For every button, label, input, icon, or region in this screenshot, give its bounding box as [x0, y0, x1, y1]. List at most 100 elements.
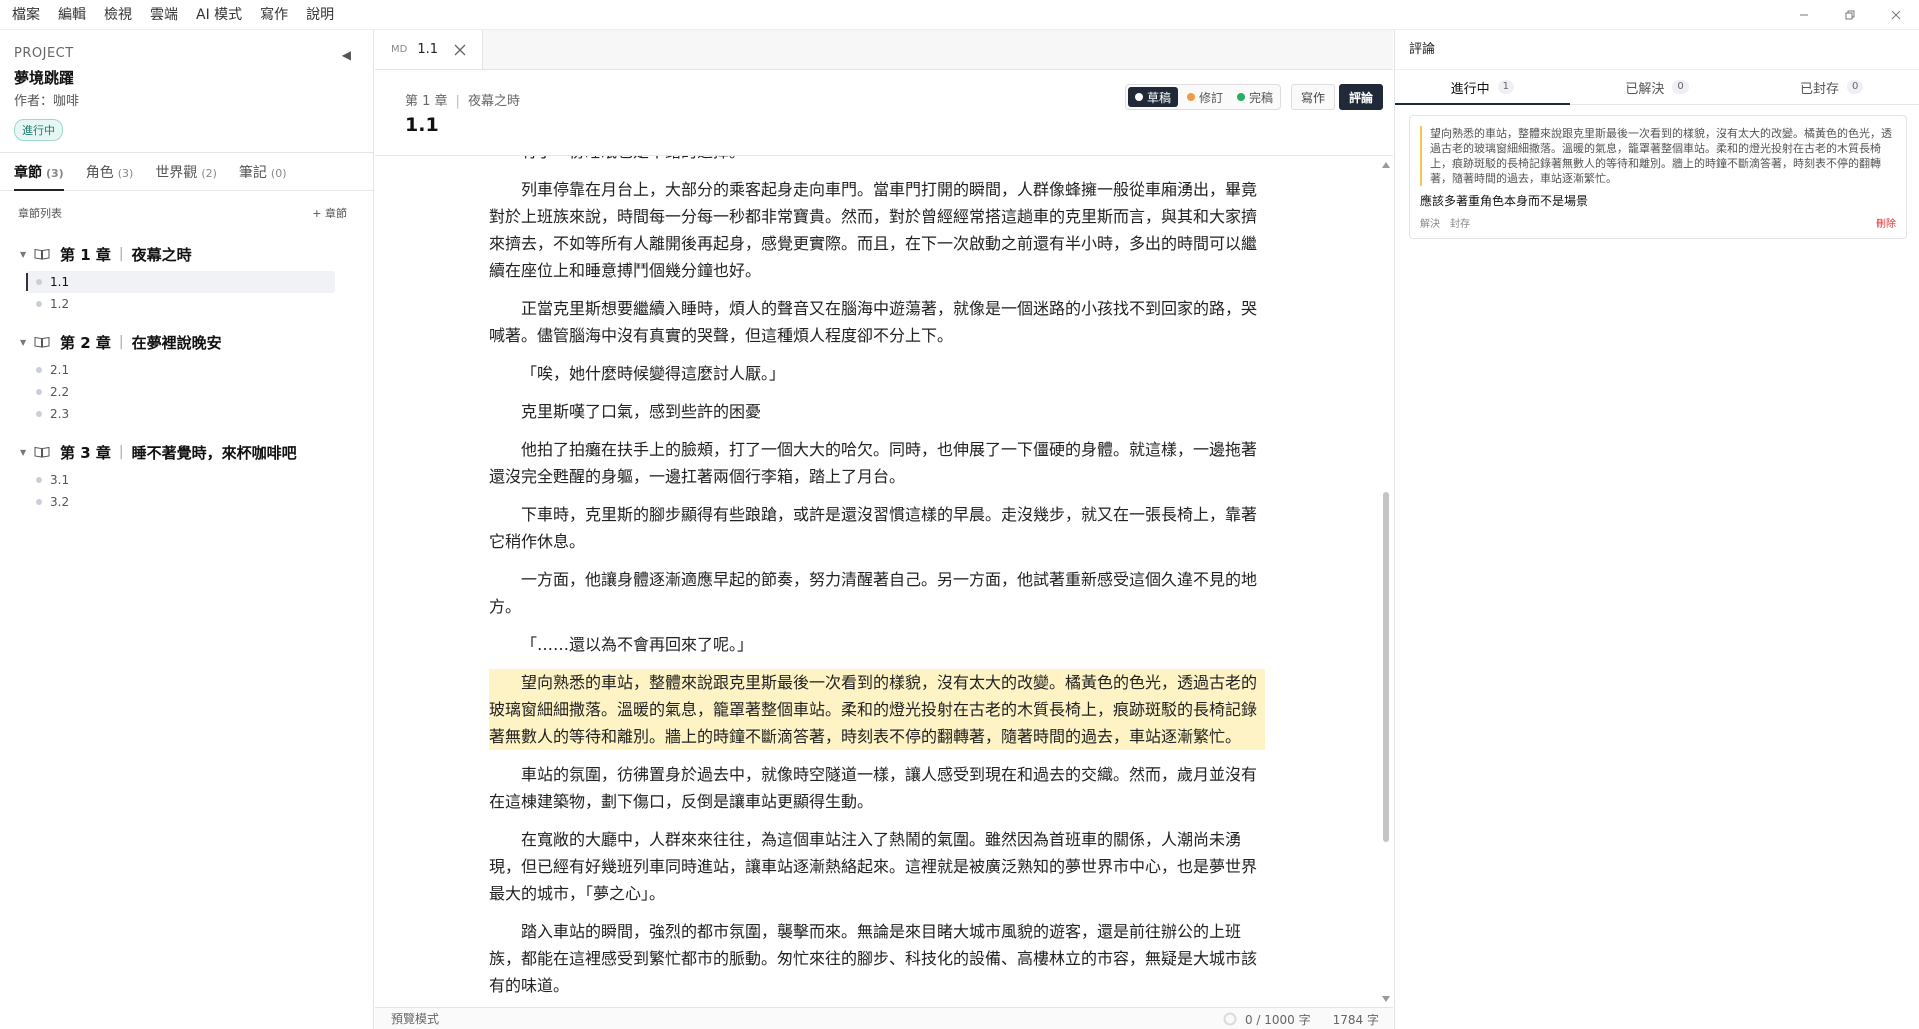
book-icon	[34, 336, 50, 348]
book-icon	[34, 248, 50, 260]
section-item-2-1[interactable]: 2.1	[26, 359, 335, 381]
section-item-2-3[interactable]: 2.3	[26, 403, 335, 425]
word-goal: 0 / 1000 字	[1244, 1012, 1311, 1027]
chevron-down-icon[interactable]: ▼	[20, 250, 34, 259]
scroll-up-icon[interactable]	[1382, 162, 1390, 168]
chapter-number: 第 1 章	[60, 245, 111, 264]
chevron-down-icon[interactable]: ▼	[20, 448, 34, 457]
tab-resolved-comments[interactable]: 已解決 0	[1570, 70, 1745, 104]
delete-comment-button[interactable]: 刪除	[1876, 215, 1896, 230]
commented-paragraph[interactable]: 望向熟悉的車站，整體來說跟克里斯最後一次看到的樣貌，沒有太大的改變。橘黃色的色光…	[489, 669, 1265, 750]
chapter-separator: |	[118, 444, 124, 460]
project-sidebar: PROJECT ◀ 夢境跳躍 作者：咖啡 進行中 章節 (3) 角色 (3) 世界觀…	[0, 30, 374, 1029]
chapter-sections: 2.1 2.2 2.3	[0, 359, 373, 425]
paragraph: 克里斯嘆了口氣，感到些許的困憂	[521, 402, 762, 421]
resolve-button[interactable]: 解決	[1420, 215, 1440, 230]
chapter-separator: |	[118, 246, 124, 262]
chapter-sections: 3.1 3.2	[0, 469, 373, 513]
scrollbar-thumb[interactable]	[1383, 492, 1389, 842]
project-status-badge: 進行中	[14, 119, 63, 141]
close-tab-icon[interactable]	[454, 44, 466, 56]
paragraph: 車站的氛圍，彷彿置身於過去中，就像時空隧道一樣，讓人感受到現在和過去的交織。然而…	[489, 765, 1258, 811]
section-dot-icon	[36, 477, 42, 483]
section-item-3-2[interactable]: 3.2	[26, 491, 335, 513]
chapter-1: ▼ 第 1 章 | 夜幕之時 1.1 1.2	[0, 243, 373, 315]
markdown-badge: MD	[391, 44, 408, 55]
section-item-1-2[interactable]: 1.2	[26, 293, 335, 315]
editor-statusbar: 預覽模式 0 / 1000 字 1784 字	[375, 1007, 1393, 1029]
project-header: PROJECT ◀ 夢境跳躍 作者：咖啡 進行中	[0, 30, 373, 153]
tab-notes[interactable]: 筆記 (0)	[239, 162, 287, 190]
close-icon	[1891, 10, 1901, 20]
close-window-button[interactable]	[1873, 0, 1919, 30]
menu-help[interactable]: 說明	[297, 0, 343, 30]
comment-card[interactable]: 望向熟悉的車站，整體來說跟克里斯最後一次看到的樣貌，沒有太大的改變。橘黃色的色光…	[1409, 115, 1907, 239]
paragraph: 一方面，他讓身體逐漸適應早起的節奏，努力清醒著自己。另一方面，他試著重新感受這個…	[489, 570, 1258, 616]
collapse-sidebar-icon[interactable]: ◀	[342, 48, 351, 62]
chapter-name: 夜幕之時	[131, 245, 192, 264]
tab-archived-comments[interactable]: 已封存 0	[1744, 70, 1919, 104]
chapter-number: 第 2 章	[60, 333, 111, 352]
editor-tabbar: MD 1.1	[375, 30, 1393, 70]
paragraph: 他拍了拍癱在扶手上的臉頰，打了一個大大的哈欠。同時，也伸展了一下僵硬的身體。就這…	[489, 440, 1258, 486]
window-controls	[1781, 0, 1919, 30]
comments-tabs: 進行中 1 已解決 0 已封存 0	[1395, 70, 1919, 105]
sidebar-tabs: 章節 (3) 角色 (3) 世界觀 (2) 筆記 (0)	[0, 153, 373, 191]
chapter-2: ▼ 第 2 章 | 在夢裡說晚安 2.1 2.2 2.3	[0, 331, 373, 425]
restore-button[interactable]	[1827, 0, 1873, 30]
chapter-row[interactable]: ▼ 第 2 章 | 在夢裡說晚安	[0, 331, 373, 353]
comments-panel-title: 評論	[1395, 30, 1919, 70]
document-body[interactable]: 有了一份睡眠也是不錯的選擇。 列車停靠在月台上，大部分的乘客起身走向車門。當車門…	[375, 156, 1393, 1008]
restore-icon	[1845, 10, 1855, 20]
progress-ring-icon	[1223, 1012, 1237, 1026]
section-item-1-1[interactable]: 1.1	[26, 271, 335, 293]
paragraph: 踏入車站的瞬間，強烈的都市氛圍，襲擊而來。無論是來目睹大城市風貌的遊客，還是前往…	[489, 922, 1258, 995]
chevron-down-icon[interactable]: ▼	[20, 338, 34, 347]
vertical-scrollbar[interactable]	[1379, 158, 1393, 1006]
preview-mode-label[interactable]: 預覽模式	[391, 1010, 439, 1027]
section-dot-icon	[36, 499, 42, 505]
tab-characters[interactable]: 角色 (3)	[86, 162, 134, 190]
scroll-down-icon[interactable]	[1382, 996, 1390, 1002]
app-window: 檔案 編輯 檢視 雲端 AI 模式 寫作 說明 PROJECT ◀ 夢境跳躍 作…	[0, 0, 1919, 1029]
menu-ai-mode[interactable]: AI 模式	[187, 0, 251, 30]
chapter-sections: 1.1 1.2	[0, 271, 373, 315]
section-dot-icon	[36, 301, 42, 307]
section-item-2-2[interactable]: 2.2	[26, 381, 335, 403]
book-icon	[34, 446, 50, 458]
section-item-3-1[interactable]: 3.1	[26, 469, 335, 491]
word-count: 1784 字	[1332, 1012, 1379, 1027]
comment-quote: 望向熟悉的車站，整體來說跟克里斯最後一次看到的樣貌，沒有太大的改變。橘黃色的色光…	[1420, 126, 1896, 186]
chapter-row[interactable]: ▼ 第 1 章 | 夜幕之時	[0, 243, 373, 265]
chapter-row[interactable]: ▼ 第 3 章 | 睡不著覺時，來杯咖啡吧	[0, 441, 373, 463]
comment-actions: 解決 封存 刪除	[1420, 215, 1896, 230]
tab-open-comments[interactable]: 進行中 1	[1395, 70, 1570, 105]
archive-button[interactable]: 封存	[1450, 215, 1470, 230]
chapter-3: ▼ 第 3 章 | 睡不著覺時，來杯咖啡吧 3.1 3.2	[0, 441, 373, 513]
menu-edit[interactable]: 編輯	[49, 0, 95, 30]
paragraph: 「……還以為不會再回來了呢。」	[521, 635, 754, 654]
document-tab[interactable]: MD 1.1	[375, 30, 484, 69]
paragraph: 下車時，克里斯的腳步顯得有些踉蹌，或許是還沒習慣這樣的早晨。走沒幾步，就又在一張…	[489, 505, 1258, 551]
minimize-icon	[1800, 14, 1808, 16]
menu-cloud[interactable]: 雲端	[141, 0, 187, 30]
menu-writing[interactable]: 寫作	[251, 0, 297, 30]
paragraph: 有了一份睡眠也是不錯的選擇。	[489, 156, 1265, 165]
text-column[interactable]: 有了一份睡眠也是不錯的選擇。 列車停靠在月台上，大部分的乘客起身走向車門。當車門…	[489, 156, 1265, 1008]
section-dot-icon	[36, 411, 42, 417]
comments-panel: 評論 進行中 1 已解決 0 已封存 0 望向熟悉的車站，整體來說跟克里斯最後一次看到…	[1394, 30, 1919, 1029]
chapter-list-header: 章節列表 + 章節	[0, 191, 373, 221]
menu-view[interactable]: 檢視	[95, 0, 141, 30]
chapter-list-title: 章節列表	[18, 207, 62, 220]
project-label: PROJECT	[14, 46, 74, 61]
tab-chapters[interactable]: 章節 (3)	[14, 162, 64, 191]
tab-worldbuilding[interactable]: 世界觀 (2)	[155, 162, 217, 190]
project-author: 作者：咖啡	[14, 94, 80, 109]
paragraph: 正當克里斯想要繼續入睡時，煩人的聲音又在腦海中遊蕩著，就像是一個迷路的小孩找不到…	[489, 299, 1258, 345]
menu-file[interactable]: 檔案	[0, 0, 49, 30]
paragraph: 「唉，她什麼時候變得這麼討人厭。」	[521, 364, 786, 383]
add-chapter-button[interactable]: + 章節	[312, 205, 347, 221]
editor-pane: MD 1.1 第 1 章|夜幕之時 1.1 草稿 修訂 完稿 寫作 評論 有了一…	[375, 30, 1393, 1029]
paragraph: 在寬敞的大廳中，人群來來往往，為這個車站注入了熱鬧的氣圍。雖然因為首班車的關係，…	[489, 830, 1258, 903]
minimize-button[interactable]	[1781, 0, 1827, 30]
